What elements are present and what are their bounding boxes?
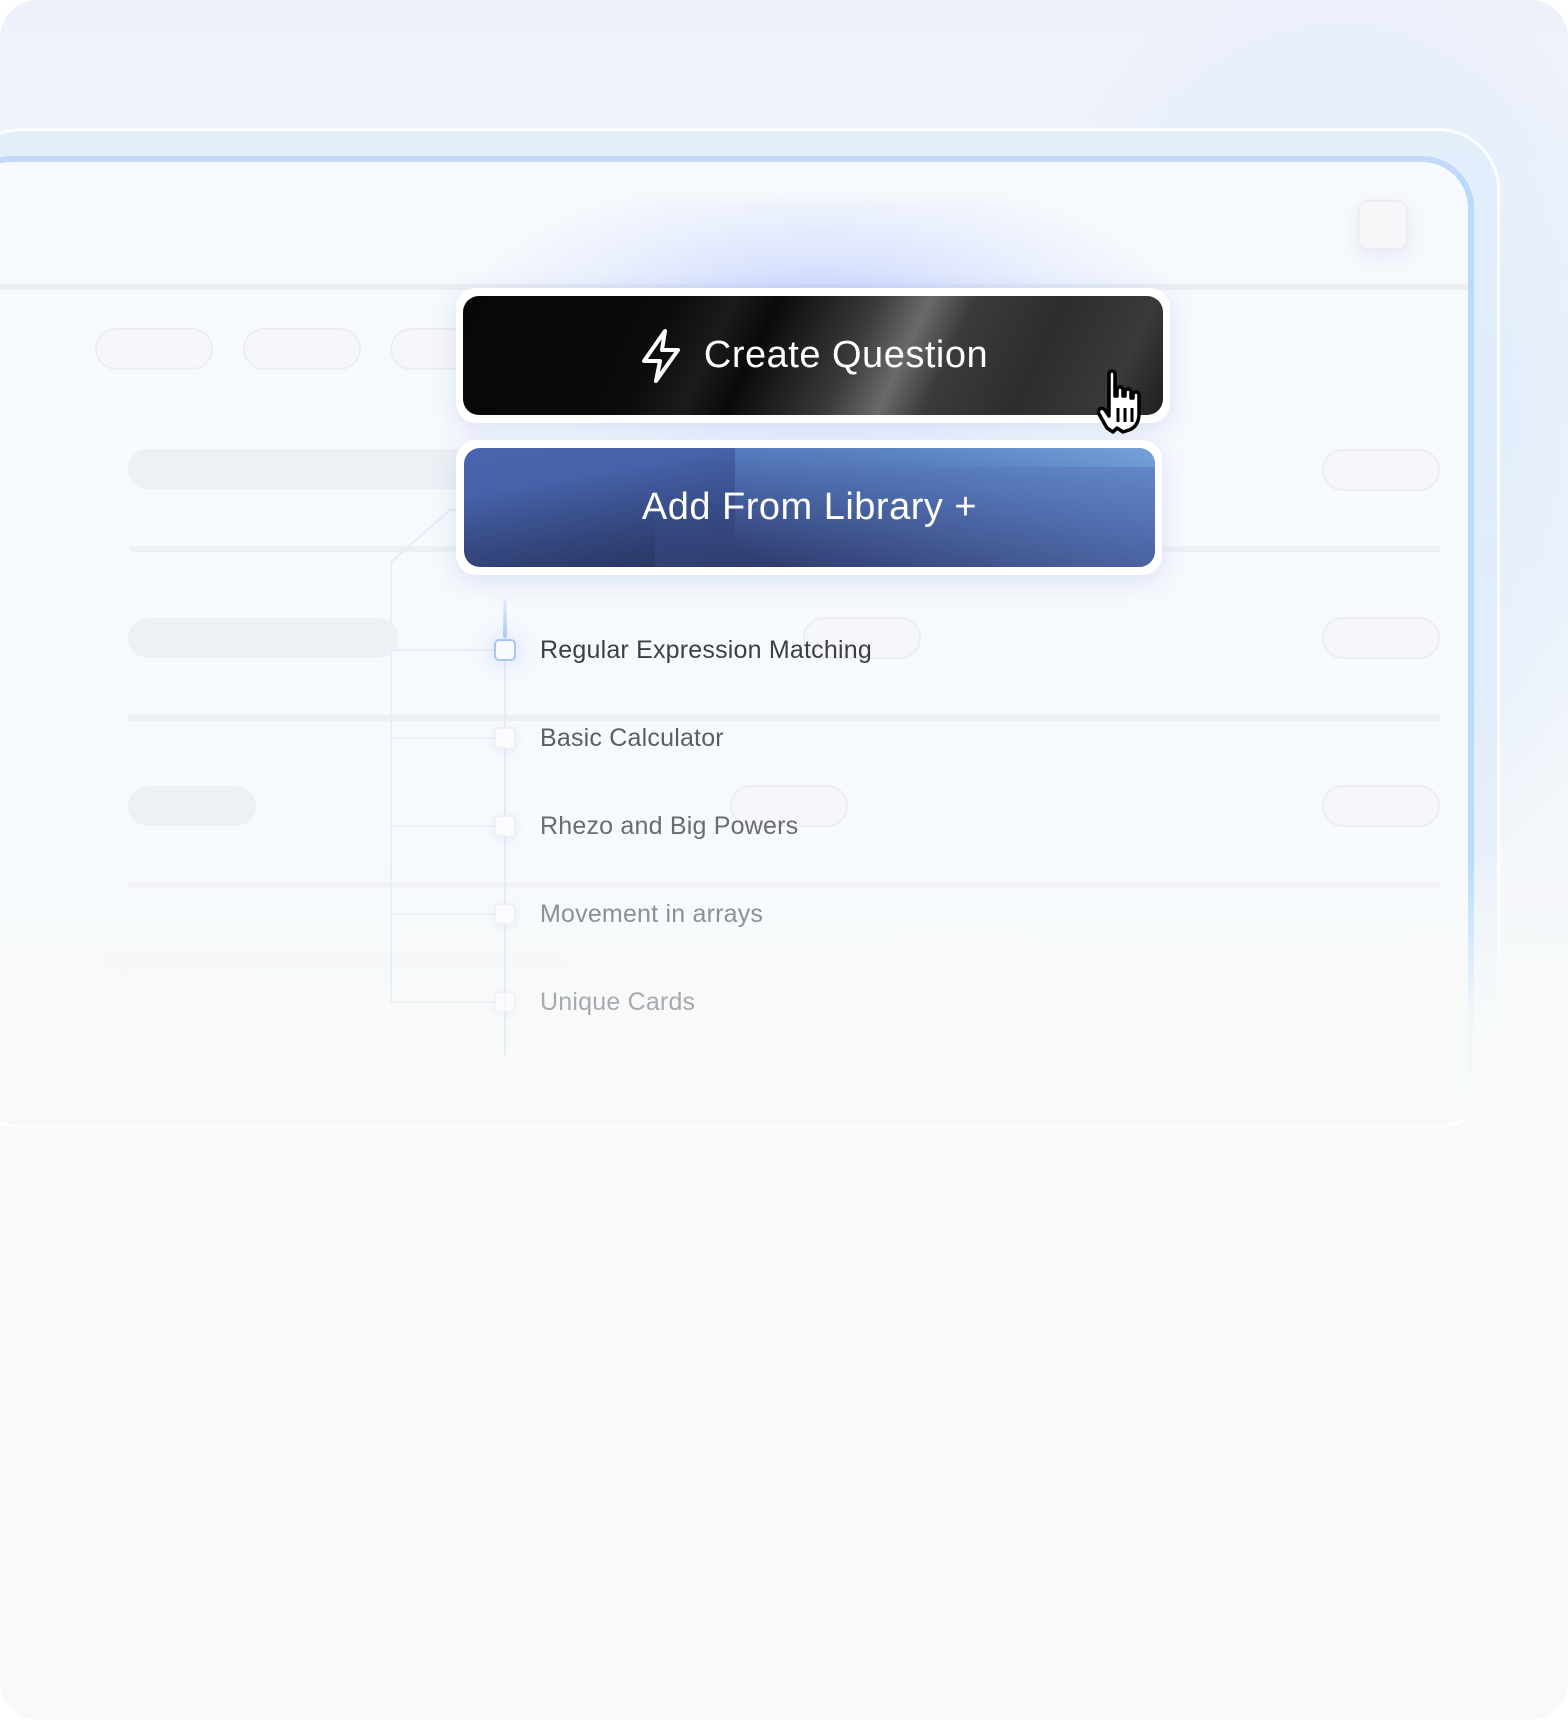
add-from-library-frame: Add From Library + bbox=[456, 440, 1162, 575]
add-from-library-label: Add From Library + bbox=[641, 486, 978, 528]
tree-active-segment bbox=[503, 596, 507, 638]
checkbox[interactable] bbox=[494, 903, 516, 925]
question-label: Regular Expression Matching bbox=[540, 635, 872, 664]
background-card: Regular Expression Matching Basic Calcul… bbox=[0, 0, 1568, 1720]
lightning-bolt-icon bbox=[641, 328, 680, 383]
question-label: Basic Calculator bbox=[540, 723, 724, 752]
question-list-item[interactable]: Basic Calculator bbox=[494, 723, 724, 752]
question-list-item[interactable]: Rhezo and Big Powers bbox=[494, 811, 799, 840]
checkbox[interactable] bbox=[494, 639, 516, 661]
create-question-label: Create Question bbox=[703, 334, 989, 376]
checkbox[interactable] bbox=[494, 815, 516, 837]
question-label: Rhezo and Big Powers bbox=[540, 811, 799, 840]
question-list-item[interactable]: Movement in arrays bbox=[494, 899, 764, 928]
add-from-library-button[interactable]: Add From Library + bbox=[464, 448, 1155, 567]
hand-pointer-cursor-icon bbox=[1096, 369, 1141, 434]
question-list-item[interactable]: Regular Expression Matching bbox=[494, 635, 872, 664]
question-label: Movement in arrays bbox=[540, 899, 764, 928]
question-label: Unique Cards bbox=[540, 987, 696, 1016]
create-question-frame: Create Question bbox=[456, 288, 1170, 423]
question-list-item[interactable]: Unique Cards bbox=[494, 987, 696, 1016]
create-question-button[interactable]: Create Question bbox=[463, 296, 1163, 415]
checkbox[interactable] bbox=[494, 727, 516, 749]
tree-diagonal-connector bbox=[390, 509, 464, 563]
checkbox[interactable] bbox=[494, 991, 516, 1013]
